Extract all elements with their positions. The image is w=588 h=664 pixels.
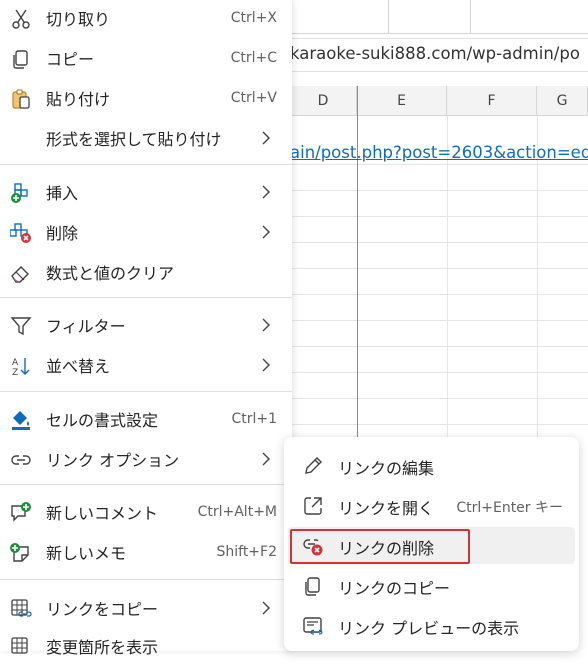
menu-divider — [0, 297, 292, 298]
chevron-right-icon — [262, 452, 270, 466]
format-cells-icon — [12, 411, 30, 430]
column-header-d[interactable]: D — [290, 86, 357, 116]
menu-divider — [0, 484, 292, 485]
menu-item-label: フィルター — [46, 317, 126, 336]
menu-item-label: セルの書式設定 — [46, 411, 159, 430]
highlight-box — [290, 529, 470, 564]
shortcut: Ctrl+C — [230, 50, 277, 66]
chevron-right-icon — [262, 318, 270, 332]
menu-item-label: リンクをコピー — [46, 600, 159, 619]
svg-text:Z: Z — [12, 368, 18, 377]
scissors-icon — [12, 9, 30, 29]
menu-divider — [0, 164, 292, 165]
pencil-icon — [305, 457, 322, 474]
menu-item-copy-link[interactable]: リンクをコピー — [0, 590, 292, 626]
sort-icon: A Z — [12, 358, 30, 377]
menu-item-format-cells[interactable]: セルの書式設定 Ctrl+1 — [0, 401, 292, 437]
menu-item-sort[interactable]: A Z 並べ替え — [0, 347, 292, 383]
filter-icon — [10, 317, 32, 336]
link-icon — [11, 455, 31, 465]
menu-item-insert[interactable]: 挿入 — [0, 174, 292, 210]
submenu-item-label: リンクのコピー — [338, 579, 451, 598]
menu-item-label: 新しいコメント — [46, 504, 159, 523]
menu-item-cut[interactable]: 切り取り Ctrl+X — [0, 0, 292, 36]
chevron-right-icon — [262, 131, 270, 145]
menu-item-label: 変更箇所を表示 — [46, 638, 159, 657]
menu-item-new-note[interactable]: 新しいメモ Shift+F2 — [0, 534, 292, 570]
menu-item-label: 貼り付け — [46, 90, 111, 109]
menu-item-label: 削除 — [46, 224, 79, 243]
shortcut: Shift+F2 — [216, 544, 277, 560]
menu-item-label: リンク オプション — [46, 451, 180, 470]
menu-item-label: コピー — [46, 50, 95, 69]
menu-item-new-comment[interactable]: 新しいコメント Ctrl+Alt+M — [0, 494, 292, 530]
insert-icon — [11, 183, 28, 203]
shortcut: Ctrl+1 — [231, 411, 277, 427]
submenu-item-edit-link[interactable]: リンクの編集 — [288, 447, 575, 484]
copy-icon — [13, 50, 28, 69]
submenu-item-label: リンクの編集 — [338, 459, 435, 478]
column-header-f[interactable]: F — [447, 86, 537, 116]
formula-bar[interactable]: karaoke-suki888.com/wp-admin/po — [290, 38, 588, 72]
submenu-item-copy-link[interactable]: リンクのコピー — [288, 567, 575, 604]
svg-text:A: A — [12, 358, 19, 368]
menu-item-paste-special[interactable]: 形式を選択して貼り付け — [0, 120, 292, 156]
menu-item-filter[interactable]: フィルター — [0, 307, 292, 343]
menu-divider — [0, 391, 292, 392]
hyperlink-cell[interactable]: ain/post.php?post=2603&action=ed — [290, 143, 588, 162]
copy-link-table-icon — [11, 599, 32, 617]
shortcut: Ctrl+Enter キー — [456, 500, 563, 516]
new-note-icon — [10, 543, 29, 562]
menu-item-show-changes[interactable]: 変更箇所を表示 — [0, 628, 292, 664]
menu-item-label: 形式を選択して貼り付け — [46, 130, 222, 149]
delete-cells-icon — [10, 223, 31, 243]
chevron-right-icon — [262, 358, 270, 372]
new-comment-icon — [11, 502, 31, 522]
paste-icon — [12, 89, 30, 109]
link-preview-icon — [303, 617, 323, 635]
submenu-item-label: リンクを開く — [338, 499, 435, 518]
shortcut: Ctrl+V — [230, 90, 277, 106]
menu-item-paste[interactable]: 貼り付け Ctrl+V — [0, 80, 292, 116]
menu-item-label: 並べ替え — [46, 357, 111, 376]
column-header-e[interactable]: E — [357, 86, 447, 116]
chevron-right-icon — [262, 225, 270, 239]
eraser-icon — [11, 266, 29, 283]
show-changes-icon — [11, 637, 28, 654]
menu-item-label: 切り取り — [46, 10, 111, 29]
menu-item-label: 挿入 — [46, 184, 79, 203]
menu-item-copy[interactable]: コピー Ctrl+C — [0, 40, 292, 76]
menu-divider — [0, 579, 292, 580]
context-menu: 切り取り Ctrl+X コピー Ctrl+C 貼り付け Ctrl+V 形式を選択… — [0, 0, 292, 657]
submenu-item-open-link[interactable]: リンクを開く Ctrl+Enter キー — [288, 487, 575, 524]
menu-item-clear-contents[interactable]: 数式と値のクリア — [0, 254, 292, 290]
copy-icon — [305, 577, 320, 596]
menu-item-label: 新しいメモ — [46, 544, 127, 563]
submenu-item-label: リンク プレビューの表示 — [338, 619, 520, 638]
submenu-item-link-preview[interactable]: リンク プレビューの表示 — [288, 607, 575, 644]
menu-item-label: 数式と値のクリア — [46, 264, 175, 283]
ribbon-cells — [290, 0, 588, 34]
menu-item-link-options[interactable]: リンク オプション — [0, 441, 292, 477]
open-link-icon — [304, 497, 322, 515]
chevron-right-icon — [262, 601, 270, 615]
chevron-right-icon — [262, 185, 270, 199]
shortcut: Ctrl+Alt+M — [197, 504, 277, 520]
column-header-g[interactable]: G — [537, 86, 588, 116]
menu-item-delete[interactable]: 削除 — [0, 214, 292, 250]
formula-text: karaoke-suki888.com/wp-admin/po — [290, 44, 580, 63]
shortcut: Ctrl+X — [230, 10, 277, 26]
